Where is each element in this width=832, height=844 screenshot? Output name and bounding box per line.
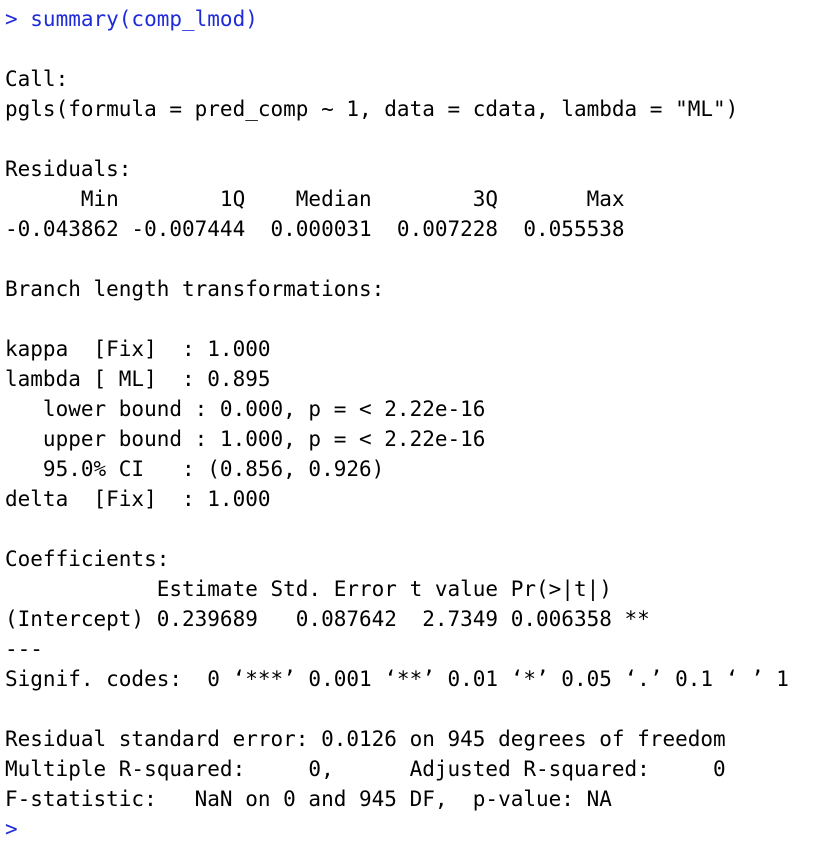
output-blank-2 <box>5 124 827 154</box>
kappa-line: kappa [Fix] : 1.000 <box>5 337 271 361</box>
residuals-header-row: Min 1Q Median 3Q Max <box>5 187 638 211</box>
separator-line: --- <box>5 637 43 661</box>
output-blank-3 <box>5 244 827 274</box>
output-blank-1 <box>5 34 827 64</box>
residual-se-line: Residual standard error: 0.0126 on 945 d… <box>5 727 726 751</box>
output-blank-5 <box>5 514 827 544</box>
lower-bound-line: lower bound : 0.000, p = < 2.22e-16 <box>5 397 486 421</box>
upper-bound-line: upper bound : 1.000, p = < 2.22e-16 <box>5 427 486 451</box>
f-statistic-line: F-statistic: NaN on 0 and 945 DF, p-valu… <box>5 787 612 811</box>
r-squared-line: Multiple R-squared: 0, Adjusted R-square… <box>5 757 739 781</box>
intercept-row: (Intercept) 0.239689 0.087642 2.7349 0.0… <box>5 607 650 631</box>
signif-codes-line: Signif. codes: 0 ‘***’ 0.001 ‘**’ 0.01 ‘… <box>5 667 789 691</box>
branch-length-heading: Branch length transformations: <box>5 277 385 301</box>
output-blank-4 <box>5 304 827 334</box>
command-line: > summary(comp_lmod) <box>5 7 258 31</box>
residuals-values-row: -0.043862 -0.007444 0.000031 0.007228 0.… <box>5 217 638 241</box>
delta-line: delta [Fix] : 1.000 <box>5 487 271 511</box>
call-formula: pgls(formula = pred_comp ~ 1, data = cda… <box>5 97 739 121</box>
call-heading: Call: <box>5 67 69 91</box>
residuals-heading: Residuals: <box>5 157 132 181</box>
output-blank-6 <box>5 694 827 724</box>
coefficients-heading: Coefficients: <box>5 547 170 571</box>
coefficients-header-row: Estimate Std. Error t value Pr(>|t|) <box>5 577 650 601</box>
r-console[interactable]: > summary(comp_lmod) Call: pgls(formula … <box>5 4 827 844</box>
ci-line: 95.0% CI : (0.856, 0.926) <box>5 457 385 481</box>
lambda-line: lambda [ ML] : 0.895 <box>5 367 271 391</box>
